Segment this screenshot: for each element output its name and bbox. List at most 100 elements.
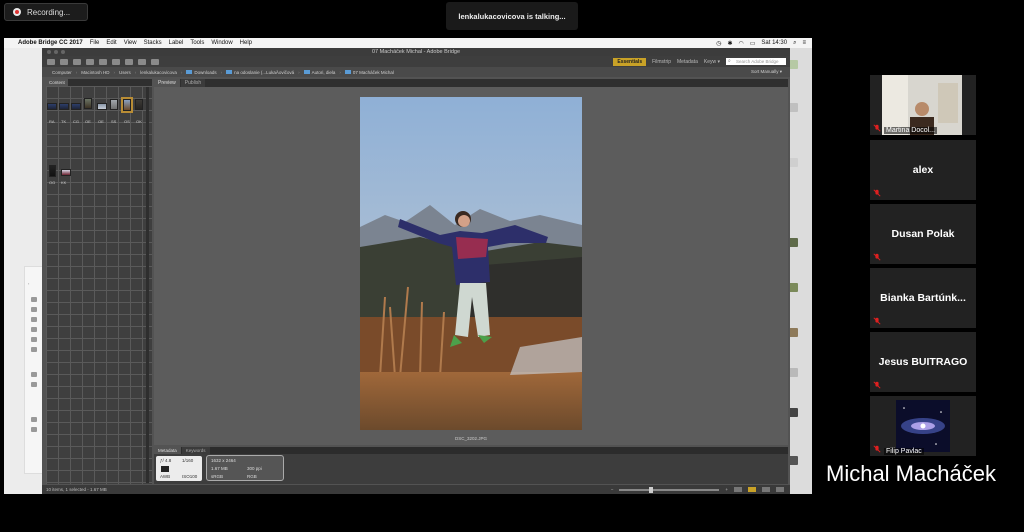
camera-download-icon[interactable]: [99, 58, 107, 65]
participant-tile[interactable]: Martina Docol...: [870, 75, 976, 135]
path-current-folder[interactable]: 07 Macháček Michal: [353, 70, 394, 75]
mac-clock[interactable]: Sat 14:30: [761, 40, 787, 46]
tab-content[interactable]: Content: [46, 79, 68, 86]
battery-icon[interactable]: ▭: [750, 40, 756, 47]
view-thumbnails-icon[interactable]: [748, 487, 756, 492]
thumbnail[interactable]: [84, 98, 92, 109]
bluetooth-icon[interactable]: ✱: [727, 40, 732, 47]
workspace-essentials[interactable]: Essentials: [613, 57, 647, 66]
adobe-bridge-window: 07 Macháček Michal - Adobe Bridge Essent…: [42, 48, 790, 494]
muted-mic-icon: [873, 124, 881, 132]
status-text: 10 items, 1 selected - 1.67 MB: [46, 487, 107, 492]
talking-label: lenkalukacovicova is talking...: [458, 11, 566, 21]
participant-tile[interactable]: Filip Pavlac: [870, 396, 976, 456]
participant-tile[interactable]: Dusan Polak: [870, 204, 976, 264]
path-autori-diela[interactable]: Autori, diela: [312, 70, 336, 75]
open-in-camera-raw-icon[interactable]: [125, 58, 133, 65]
thumb-label: SS: [111, 119, 117, 124]
path-bar: Computer › Macintosh HD › Users › lenkaluka…: [42, 67, 790, 77]
search-input[interactable]: Search Adobe Bridge: [726, 58, 786, 65]
window-controls[interactable]: [47, 50, 65, 54]
path-downloads[interactable]: Downloads: [194, 70, 216, 75]
menu-window[interactable]: Window: [211, 40, 232, 46]
workspace-metadata[interactable]: Metadata: [677, 59, 698, 65]
tab-metadata[interactable]: Metadata: [154, 447, 181, 454]
control-center-icon[interactable]: ≡: [802, 40, 806, 46]
thumbnail[interactable]: [47, 103, 57, 110]
finder-item-icon[interactable]: [31, 427, 37, 432]
thumb-label: CG: [73, 119, 79, 124]
path-macintosh-hd[interactable]: Macintosh HD: [81, 70, 109, 75]
participant-tile[interactable]: Bianka Bartúnk...: [870, 268, 976, 328]
thumbnail-selected[interactable]: [121, 97, 133, 113]
return-icon[interactable]: [86, 58, 94, 65]
lock-grid-icon[interactable]: [734, 487, 742, 492]
tab-preview[interactable]: Preview: [154, 79, 180, 87]
bridge-toolbar: Essentials Filmstrip Metadata Keyw ▾ Sea…: [42, 56, 790, 67]
menu-help[interactable]: Help: [240, 40, 252, 46]
menu-stacks[interactable]: Stacks: [144, 40, 162, 46]
workspace-keywords[interactable]: Keyw ▾: [704, 59, 720, 65]
menu-view[interactable]: View: [124, 40, 137, 46]
zoom-in-icon[interactable]: +: [725, 487, 728, 492]
spotlight-icon[interactable]: ⌕: [793, 40, 796, 47]
participant-tile[interactable]: alex: [870, 140, 976, 200]
preview-photo[interactable]: [360, 97, 582, 430]
participant-tile[interactable]: Jesus BUITRAGO: [870, 332, 976, 392]
recording-label: Recording...: [27, 7, 71, 17]
menu-file[interactable]: File: [90, 40, 100, 46]
finder-item-icon[interactable]: [31, 307, 37, 312]
path-na-odoslanie[interactable]: na odoslanie (...LukaÄovičová: [234, 70, 294, 75]
participant-name: Filip Pavlac: [884, 448, 924, 455]
path-users[interactable]: Users: [119, 70, 131, 75]
thumbnail[interactable]: [49, 165, 56, 177]
thumbnail[interactable]: [59, 103, 69, 110]
rotate-right-icon[interactable]: [151, 58, 159, 65]
finder-item-icon[interactable]: [31, 297, 37, 302]
finder-item-icon[interactable]: [31, 417, 37, 422]
tab-publish[interactable]: Publish: [180, 79, 206, 87]
recording-indicator[interactable]: Recording...: [4, 3, 88, 21]
view-details-icon[interactable]: [762, 487, 770, 492]
workspace-filmstrip[interactable]: Filmstrip: [652, 59, 671, 65]
finder-back-icon[interactable]: ‹: [28, 281, 29, 286]
participant-name: Jesus BUITRAGO: [878, 356, 968, 368]
forward-icon[interactable]: [60, 58, 68, 65]
back-icon[interactable]: [47, 58, 55, 65]
sort-dropdown[interactable]: Sort Manually ▾: [751, 69, 782, 75]
content-scrollbar[interactable]: [146, 87, 149, 483]
wifi-icon[interactable]: ◠: [739, 40, 744, 47]
zoom-out-icon[interactable]: −: [611, 487, 614, 492]
thumb-label: TK: [61, 119, 67, 124]
path-computer[interactable]: Computer: [52, 70, 72, 75]
menu-tools[interactable]: Tools: [190, 40, 204, 46]
finder-item-icon[interactable]: [31, 327, 37, 332]
thumbnail[interactable]: [61, 169, 71, 176]
finder-item-icon[interactable]: [31, 382, 37, 387]
menu-edit[interactable]: Edit: [106, 40, 116, 46]
finder-item-icon[interactable]: [31, 337, 37, 342]
menu-label[interactable]: Label: [169, 40, 184, 46]
participant-name: Dusan Polak: [891, 228, 955, 240]
thumbnail[interactable]: [110, 99, 118, 110]
view-list-icon[interactable]: [776, 487, 784, 492]
thumbnail[interactable]: [97, 103, 107, 110]
menu-app-name[interactable]: Adobe Bridge CC 2017: [18, 40, 83, 46]
folder-icon: [303, 70, 310, 75]
shared-screen: Adobe Bridge CC 2017 File Edit View Stac…: [4, 38, 812, 494]
resolution-value: 300 ppi: [247, 466, 262, 471]
content-panel: Content RA TK CG OE OE SS OS OK OG KK: [46, 79, 152, 484]
thumbnail[interactable]: [135, 99, 143, 110]
thumbnail[interactable]: [71, 103, 81, 110]
finder-item-icon[interactable]: [31, 372, 37, 377]
finder-item-icon[interactable]: [31, 347, 37, 352]
rotate-left-icon[interactable]: [138, 58, 146, 65]
tab-keywords[interactable]: Keywords: [181, 447, 210, 454]
thumbnail-size-slider[interactable]: [619, 486, 720, 493]
bridge-window-title: 07 Macháček Michal - Adobe Bridge: [371, 49, 461, 55]
recent-files-icon[interactable]: [73, 58, 81, 65]
finder-item-icon[interactable]: [31, 317, 37, 322]
clock-icon[interactable]: ◷: [716, 40, 721, 47]
path-user-folder[interactable]: lenkalukacovicova: [140, 70, 177, 75]
refine-icon[interactable]: [112, 58, 120, 65]
